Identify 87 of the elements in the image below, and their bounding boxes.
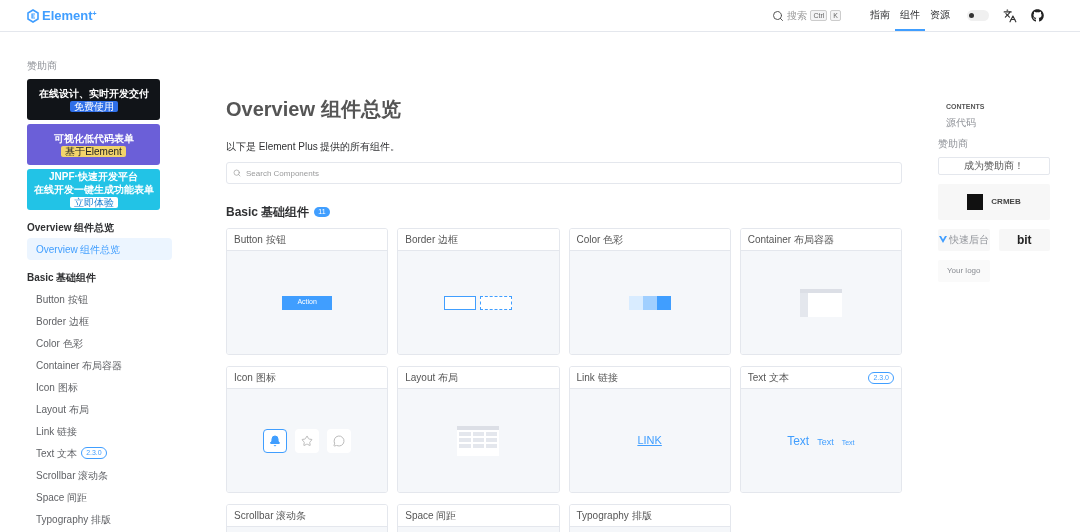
sponsor-banner[interactable]: 在线设计、实时开发交付 免费使用 (27, 79, 160, 120)
card-title: Container 布局容器 (747, 233, 834, 247)
chat-bubble-icon (327, 428, 352, 453)
sidebar-group-title: Basic 基础组件 (27, 271, 98, 285)
sidebar-item-label: Scrollbar 滚动条 (36, 468, 109, 483)
sidebar-item[interactable]: Color 色彩 (27, 332, 172, 354)
banner-title: 可视化低代码表单 (53, 132, 134, 144)
sidebar-item-label: Color 色彩 (36, 336, 83, 351)
component-card[interactable]: Border 边框 (397, 228, 560, 355)
search-field[interactable]: Search Components (226, 162, 902, 184)
text-sample: Text (787, 432, 810, 450)
sponsor-heading: 赞助商 (938, 136, 969, 151)
become-sponsor-button[interactable]: 成为赞助商！ (938, 156, 1050, 175)
sidebar-item[interactable]: Border 边框 (27, 310, 172, 332)
sidebar-item[interactable]: Space 间距 (27, 486, 172, 508)
component-card[interactable]: Space 间距 (397, 504, 560, 532)
banner-button[interactable]: 基于Element (61, 145, 126, 157)
card-title: Layout 布局 (405, 371, 459, 385)
page-description: 以下是 Element Plus 提供的所有组件。 (226, 140, 402, 154)
banner-button[interactable]: 立即体验 (69, 197, 118, 208)
translate-icon[interactable] (1003, 8, 1017, 23)
hexagon-logo-icon (27, 8, 39, 23)
component-card[interactable]: Icon 图标 (226, 366, 389, 493)
color-swatches-drawing (628, 295, 671, 310)
logo-icon (967, 193, 984, 210)
card-title: Scrollbar 滚动条 (234, 509, 307, 523)
text-sample: Text (817, 435, 834, 449)
page-title: Overview 组件总览 (226, 97, 402, 122)
sponsor-name: CRMEB (991, 195, 1021, 208)
card-title: Typography 排版 (576, 509, 652, 523)
component-card[interactable]: Container 布局容器 (739, 228, 902, 355)
sidebar-item-label: Border 边框 (36, 314, 89, 329)
sponsor-name: bit (1016, 231, 1032, 249)
component-card[interactable]: Scrollbar 滚动条 (226, 504, 389, 532)
banner-subtitle: 在线开发一键生成功能表单 (33, 184, 154, 195)
sidebar-item-label: Space 间距 (36, 490, 88, 505)
section-title: Basic 基础组件 (226, 204, 310, 220)
sidebar-item-label: Button 按钮 (36, 292, 88, 307)
sidebar-item-label: Text 文本 (36, 446, 78, 461)
banner-title: JNPF·快速开发平台 (49, 171, 138, 182)
sponsor-logo-card[interactable]: Your logo (938, 259, 990, 282)
github-icon[interactable] (1031, 9, 1044, 22)
search-icon[interactable] (772, 9, 785, 22)
sidebar-item[interactable]: Button 按钮 (27, 288, 172, 310)
sidebar-item[interactable]: Scrollbar 滚动条 (27, 464, 172, 486)
component-card[interactable]: Typography 排版 (568, 504, 731, 532)
border-boxes-drawing (444, 295, 513, 310)
sidebar-item-label: Icon 图标 (36, 380, 78, 395)
sidebar-item[interactable]: Layout 布局 (27, 398, 172, 420)
sidebar-item-label: Container 布局容器 (36, 358, 123, 373)
sponsor-logo-card[interactable]: bit (998, 228, 1050, 251)
card-title: Text 文本 (747, 371, 789, 385)
sponsor-banner[interactable]: 可视化低代码表单 基于Element (27, 124, 160, 165)
sidebar-item[interactable]: Icon 图标 (27, 376, 172, 398)
card-title: Link 链接 (576, 371, 618, 385)
sidebar-item[interactable]: Link 链接 (27, 420, 172, 442)
banner-title: 在线设计、实时开发交付 (38, 87, 149, 99)
container-drawing (799, 288, 842, 317)
component-card[interactable]: Color 色彩 (568, 228, 731, 355)
card-title: Space 间距 (405, 509, 457, 523)
nav-tab[interactable]: 资源 (925, 0, 955, 31)
sidebar-item[interactable]: Typography 排版 (27, 508, 172, 530)
sponsor-banner[interactable]: JNPF·快速开发平台 在线开发一键生成功能表单 立即体验 (27, 169, 160, 210)
component-card[interactable]: Link 链接 LINK (568, 366, 731, 493)
bell-icon (263, 428, 288, 453)
banner-button[interactable]: 免费使用 (69, 100, 118, 112)
v-logo-icon (938, 236, 947, 243)
sidebar-group-title: Overview 组件总览 (27, 221, 116, 235)
layout-grid-drawing (457, 425, 500, 456)
sponsor-name: Your logo (947, 264, 981, 277)
nav-tab[interactable]: 指南 (865, 0, 895, 31)
sponsor-heading: 赞助商 (27, 59, 58, 73)
sidebar-item[interactable]: Container 布局容器 (27, 354, 172, 376)
card-title: Color 色彩 (576, 233, 624, 247)
search-icon (233, 169, 241, 177)
sidebar-item-label: Typography 排版 (36, 512, 112, 527)
nav-tab[interactable]: 组件 (895, 0, 925, 31)
sponsor-name: 快速后台 (948, 233, 989, 247)
card-title: Button 按钮 (234, 233, 286, 247)
component-card[interactable]: Layout 布局 (397, 366, 560, 493)
sponsor-logo-card[interactable]: CRMEB (938, 183, 1050, 220)
theme-toggle[interactable] (967, 10, 989, 21)
card-title: Icon 图标 (234, 371, 276, 385)
card-title: Border 边框 (405, 233, 459, 247)
sidebar-item-label: Layout 布局 (36, 402, 89, 417)
sidebar-item-label: Overview 组件总览 (36, 242, 121, 257)
sidebar-item-label: Link 链接 (36, 424, 78, 439)
